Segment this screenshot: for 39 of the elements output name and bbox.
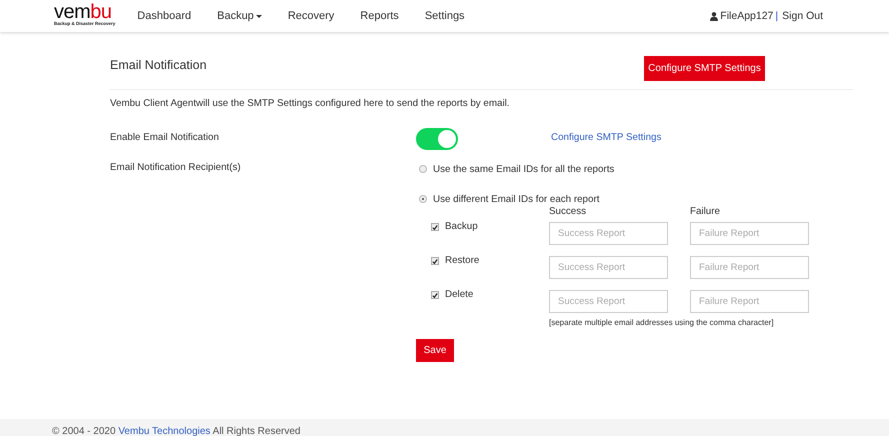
description: Vembu Client Agentwill use the SMTP Settings configured here to send the reports by email. [110, 98, 511, 109]
nav-link[interactable]: Recovery [288, 10, 334, 22]
column-header: Success [549, 206, 588, 217]
nav-link[interactable]: Settings [424, 10, 465, 22]
company-link[interactable]: Vembu Technologies [118, 426, 210, 436]
input-field[interactable]: Success Report [549, 256, 668, 279]
caret-icon [256, 14, 262, 18]
field-label: Enable Email Notification [110, 131, 220, 143]
input-field[interactable]: Failure Report [690, 256, 809, 279]
nav-link[interactable]: Backup [217, 10, 262, 22]
sign-out-link[interactable]: Sign Out [782, 10, 823, 22]
checkbox[interactable] [431, 257, 439, 265]
input-field[interactable]: Failure Report [690, 290, 809, 313]
separator: | [775, 10, 778, 22]
radio-button[interactable] [419, 195, 427, 203]
page-title: Email Notification [110, 58, 207, 72]
field-label: Email Notification Recipient(s) [110, 161, 242, 175]
configure-smtp-link[interactable]: Configure SMTP Settings [551, 128, 662, 143]
input-field[interactable]: Failure Report [690, 222, 809, 245]
username: FileApp127 [720, 10, 774, 22]
checkbox-label: Restore [445, 255, 480, 266]
checkbox-label: Backup [445, 221, 478, 232]
option-label: Use the same Email IDs for all the reports [433, 164, 614, 174]
input-field[interactable]: Success Report [549, 222, 668, 245]
nav-link[interactable]: Dashboard [137, 10, 192, 22]
hint-text: [separate multiple email addresses using the comma character] [549, 318, 775, 327]
radio-button[interactable] [419, 165, 427, 173]
configure-smtp-button[interactable]: Configure SMTP Settings [644, 56, 765, 81]
save-button[interactable]: Save [416, 339, 454, 362]
checkbox[interactable] [431, 291, 439, 299]
nav-link[interactable]: Reports [360, 10, 399, 22]
column-header: Failure [690, 206, 721, 217]
input-field[interactable]: Success Report [549, 290, 668, 313]
toggle-switch[interactable] [416, 128, 458, 150]
checkbox[interactable] [431, 223, 439, 231]
copyright-text: © 2004 - 2020 Vembu Technologies All Rights Reserved [52, 426, 300, 436]
user-icon [710, 12, 718, 20]
option-label: Use different Email IDs for each report [433, 194, 600, 204]
checkbox-label: Delete [445, 289, 474, 300]
